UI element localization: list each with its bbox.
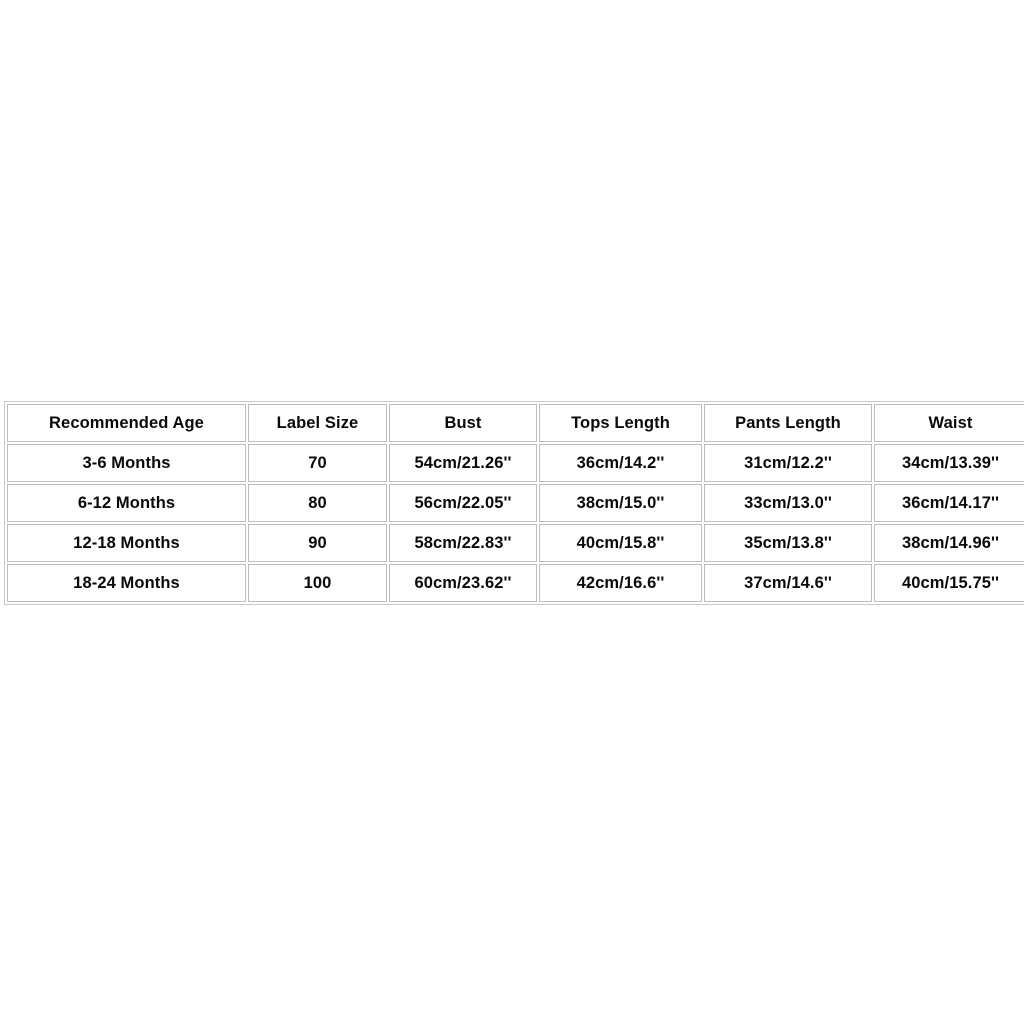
cell-label-size: 90	[248, 524, 387, 562]
cell-recommended-age: 6-12 Months	[7, 484, 246, 522]
column-header-label-size: Label Size	[248, 404, 387, 442]
cell-pants-length: 35cm/13.8''	[704, 524, 872, 562]
cell-tops-length: 38cm/15.0''	[539, 484, 702, 522]
cell-bust: 56cm/22.05''	[389, 484, 537, 522]
column-header-tops-length: Tops Length	[539, 404, 702, 442]
cell-waist: 36cm/14.17''	[874, 484, 1024, 522]
table-row: 18-24 Months 100 60cm/23.62'' 42cm/16.6'…	[7, 564, 1024, 602]
cell-pants-length: 37cm/14.6''	[704, 564, 872, 602]
cell-recommended-age: 3-6 Months	[7, 444, 246, 482]
cell-waist: 34cm/13.39''	[874, 444, 1024, 482]
size-chart-table: Recommended Age Label Size Bust Tops Len…	[4, 401, 1024, 605]
table-row: 12-18 Months 90 58cm/22.83'' 40cm/15.8''…	[7, 524, 1024, 562]
table-row: 3-6 Months 70 54cm/21.26'' 36cm/14.2'' 3…	[7, 444, 1024, 482]
cell-tops-length: 42cm/16.6''	[539, 564, 702, 602]
cell-pants-length: 31cm/12.2''	[704, 444, 872, 482]
table-header-row: Recommended Age Label Size Bust Tops Len…	[7, 404, 1024, 442]
column-header-recommended-age: Recommended Age	[7, 404, 246, 442]
cell-bust: 58cm/22.83''	[389, 524, 537, 562]
cell-label-size: 100	[248, 564, 387, 602]
cell-label-size: 70	[248, 444, 387, 482]
cell-tops-length: 36cm/14.2''	[539, 444, 702, 482]
cell-pants-length: 33cm/13.0''	[704, 484, 872, 522]
cell-label-size: 80	[248, 484, 387, 522]
cell-bust: 60cm/23.62''	[389, 564, 537, 602]
cell-bust: 54cm/21.26''	[389, 444, 537, 482]
cell-tops-length: 40cm/15.8''	[539, 524, 702, 562]
size-chart-container: Recommended Age Label Size Bust Tops Len…	[4, 401, 1024, 605]
column-header-bust: Bust	[389, 404, 537, 442]
table-row: 6-12 Months 80 56cm/22.05'' 38cm/15.0'' …	[7, 484, 1024, 522]
column-header-pants-length: Pants Length	[704, 404, 872, 442]
cell-waist: 40cm/15.75''	[874, 564, 1024, 602]
cell-waist: 38cm/14.96''	[874, 524, 1024, 562]
cell-recommended-age: 18-24 Months	[7, 564, 246, 602]
cell-recommended-age: 12-18 Months	[7, 524, 246, 562]
column-header-waist: Waist	[874, 404, 1024, 442]
